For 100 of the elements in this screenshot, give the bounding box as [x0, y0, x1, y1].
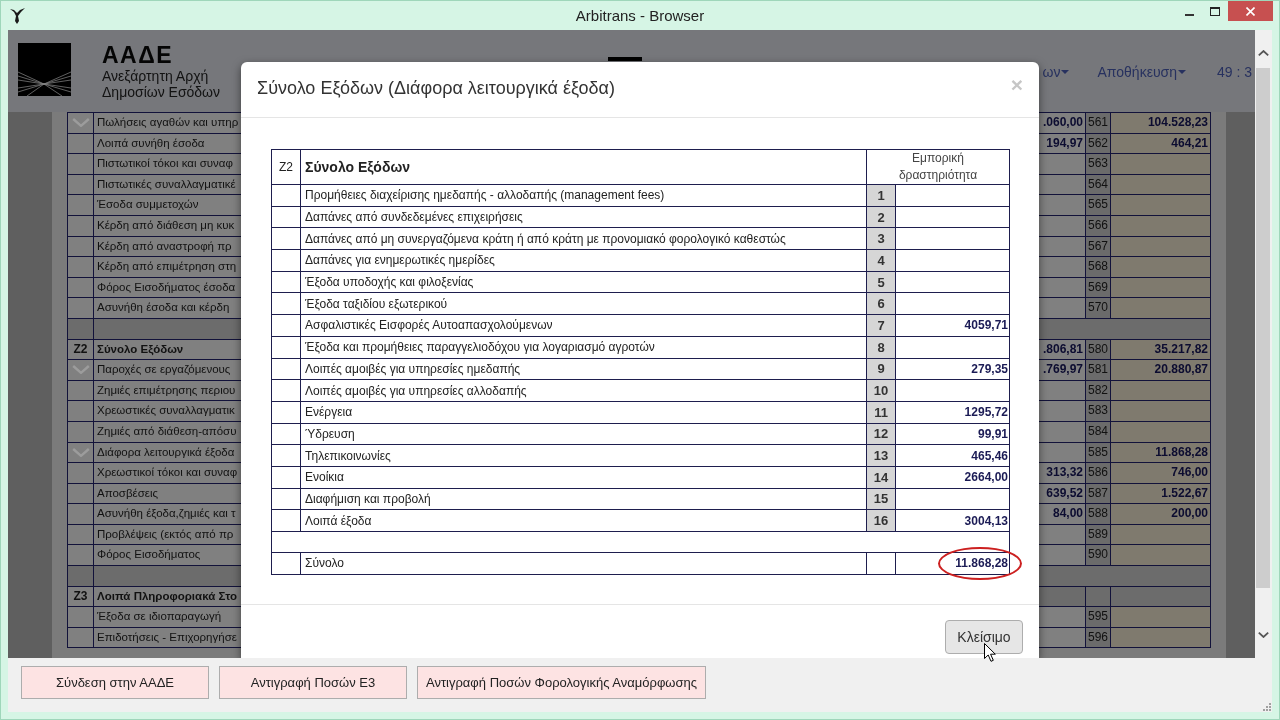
table-cell: Δαπάνες από μη συνεργαζόμενα κράτη ή από κράτη με προνομιακό φορολογικό καθεστώς	[300, 227, 867, 250]
row-label: Αποσβέσεις	[97, 486, 158, 499]
chevron-up-icon[interactable]	[1257, 50, 1269, 56]
table-cell: 589	[1086, 524, 1111, 546]
table-cell	[271, 379, 301, 402]
row-label: Χρεωστικοί τόκοι και συναφ	[97, 466, 238, 479]
table-cell	[271, 271, 301, 293]
row-label: Ασυνήθη έσοδα και κέρδη	[97, 301, 230, 314]
row-label: Προβλέψεις (εκτός από πρ	[97, 527, 234, 540]
table-cell: 587	[1086, 483, 1111, 505]
toolbar-button[interactable]: Αντιγραφή Ποσών Ε3	[219, 666, 407, 699]
window-title: Arbitrans - Browser	[575, 7, 705, 24]
table-cell: 595	[1086, 607, 1111, 628]
table-cell	[67, 318, 94, 340]
table-cell: 1.522,67	[1111, 483, 1211, 505]
resize-grip-icon[interactable]	[1263, 703, 1271, 711]
row-label: Λοιπά Πληροφοριακά Στο	[97, 589, 237, 602]
logo-icon	[18, 43, 71, 96]
close-icon	[1246, 6, 1255, 16]
table-cell: Z2	[271, 149, 301, 185]
table-cell: 194,97	[1039, 133, 1086, 155]
table-cell: 84,00	[1039, 504, 1086, 525]
row-label: Πιστωτικοί τόκοι και συναφ	[97, 157, 233, 170]
table-cell: 99,91	[895, 423, 1010, 445]
row-label: Έξοδα σε ιδιοπαραγωγή	[97, 610, 222, 623]
table-cell: 639,52	[1039, 483, 1086, 505]
table-cell	[1039, 174, 1086, 196]
table-cell: 562	[1086, 133, 1111, 155]
table-cell	[271, 184, 301, 207]
table-cell	[67, 566, 94, 587]
table-cell: 568	[1086, 257, 1111, 278]
table-cell: Λοιπές αμοιβές για υπηρεσίες αλλοδαπής	[300, 379, 867, 402]
table-cell: Ενοίκια	[300, 466, 867, 489]
chevron-down-icon[interactable]	[1257, 632, 1269, 638]
row-label: Φόρος Εισοδήματος	[97, 548, 201, 561]
scrollbar-thumb[interactable]	[1256, 68, 1270, 588]
table-cell: 567	[1086, 236, 1111, 258]
table-cell: 561	[1086, 113, 1111, 134]
table-cell	[1039, 380, 1086, 402]
table-cell: Έξοδα και προμήθειες παραγγελιοδόχου για λογαριασμό αγροτών	[300, 336, 867, 358]
maximize-icon[interactable]	[1210, 6, 1220, 16]
table-cell	[1039, 277, 1086, 299]
table-cell	[1039, 215, 1086, 237]
row-label: Ζημιές από διάθεση-απόσυ	[97, 424, 237, 437]
logo-subtitle: Ανεξάρτητη Αρχή	[102, 68, 209, 84]
row-label: Σύνολο Εξόδων	[97, 342, 184, 355]
table-cell: Έξοδα υποδοχής και φιλοξενίας	[300, 271, 867, 293]
table-cell: .060,00	[1039, 113, 1086, 134]
table-cell: 588	[1086, 504, 1111, 525]
table-cell: .806,81	[1039, 339, 1086, 361]
table-cell	[1039, 401, 1086, 422]
table-cell	[1039, 154, 1086, 175]
row-label: Έσοδα συμμετοχών	[97, 198, 199, 211]
toolbar-button[interactable]: Αντιγραφή Ποσών Φορολογικής Αναμόρφωσης	[417, 666, 706, 699]
table-cell	[1039, 195, 1086, 216]
table-cell: Σύνολο	[300, 552, 867, 574]
timer: 49 : 3	[1216, 63, 1252, 81]
table-cell	[271, 314, 301, 337]
table-cell: 20.880,87	[1111, 360, 1211, 381]
table-cell: 2664,00	[895, 466, 1010, 489]
table-cell: 313,32	[1039, 463, 1086, 484]
table-cell: Τηλεπικοινωνίες	[300, 444, 867, 467]
close-button[interactable]	[1228, 1, 1273, 21]
modal-title: Σύνολο Εξόδων (Διάφορα λειτουργικά έξοδα)	[257, 78, 615, 99]
table-cell	[271, 292, 301, 315]
toolbar-button[interactable]: Σύνδεση στην ΑΑΔΕ	[21, 666, 209, 699]
table-cell: 746,00	[1111, 463, 1211, 484]
table-cell: 566	[1086, 215, 1111, 237]
table-cell: 563	[1086, 154, 1111, 175]
table-cell	[1039, 607, 1086, 628]
table-cell	[271, 206, 301, 228]
table-cell: 279,35	[895, 358, 1010, 380]
table-cell: Ενέργεια	[300, 401, 867, 424]
table-cell: 583	[1086, 401, 1111, 422]
row-label: Πιστωτικές συναλλαγματικέ	[97, 177, 236, 190]
table-cell: 590	[1086, 545, 1111, 567]
table-cell	[1039, 545, 1086, 567]
table-cell: 585	[1086, 442, 1111, 464]
table-cell: Δαπάνες από συνδεδεμένες επιχειρήσεις	[300, 206, 867, 228]
table-cell	[1039, 442, 1086, 464]
table-cell	[1039, 236, 1086, 258]
table-cell: 584	[1086, 421, 1111, 443]
minimize-icon[interactable]	[1184, 14, 1194, 16]
column-header: Εμπορική δραστηριότητα	[866, 149, 1010, 185]
table-cell: 104.528,23	[1111, 113, 1211, 134]
row-label: Ασυνήθη έξοδα,ζημιές και τ	[97, 507, 236, 520]
table-cell: Προμήθειες διαχείρισης ημεδαπής - αλλοδαπής (management fees)	[300, 184, 867, 207]
row-label: Κέρδη από επιμέτρηση στη	[97, 260, 237, 273]
close-dialog-button[interactable]: Κλείσιμο	[945, 620, 1023, 654]
table-cell: Z3	[67, 586, 94, 608]
table-cell: Ασφαλιστικές Εισφορές Αυτοαπασχολούμενων	[300, 314, 867, 337]
table-cell: 11.868,28	[1111, 442, 1211, 464]
table-cell	[271, 358, 301, 380]
table-cell: 465,46	[895, 444, 1010, 467]
table-cell: .769,97	[1039, 360, 1086, 381]
row-label: Ζημιές επιμέτρησης περιου	[97, 383, 236, 396]
table-cell: 564	[1086, 174, 1111, 196]
logo-title: ΑΑΔΕ	[102, 42, 174, 68]
table-cell: Έξοδα ταξιδίου εξωτερικού	[300, 292, 867, 315]
table-cell: 570	[1086, 298, 1111, 319]
